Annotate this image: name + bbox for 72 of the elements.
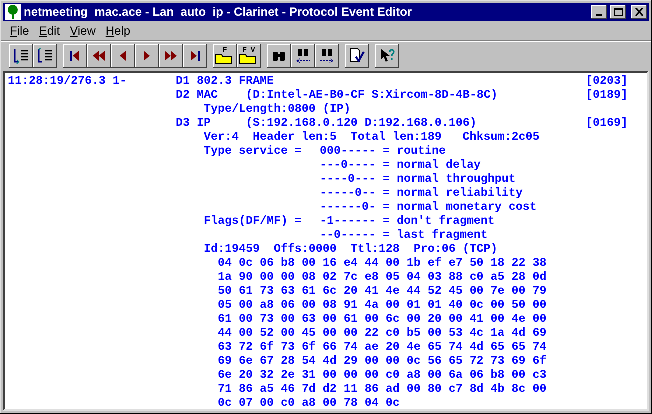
toolbar-button[interactable] [183, 44, 207, 68]
bit-pattern: --0----- [320, 228, 377, 242]
toolbar-button[interactable] [33, 44, 57, 68]
document-check-icon [349, 48, 365, 64]
hex-dump-line: 05 00 a8 06 00 08 91 4a 00 01 01 40 0c 00 50 00 [218, 298, 547, 312]
bit-pattern: ----0--- [320, 172, 377, 186]
event-time: 11:28:19/276.3 1- [8, 74, 128, 90]
fast-forward-icon [163, 48, 179, 64]
layer-name: IP [197, 116, 212, 130]
toolbar-button[interactable] [63, 44, 87, 68]
close-icon [634, 8, 644, 16]
hex-dump-line: 69 6e 67 28 54 4d 29 00 00 0c 56 65 72 73 69 6f [218, 354, 547, 368]
rewind-icon [91, 48, 107, 64]
hex-dump-line: 61 00 73 00 63 00 61 00 6c 00 20 00 41 00 4e 00 [218, 312, 547, 326]
hex-dump-line: 71 86 a5 46 7d d2 11 86 ad 00 80 c7 8d 4b 8c 00 [218, 382, 547, 396]
bit-pattern: -----0-- [320, 186, 377, 200]
bit-pattern: 000----- [320, 144, 377, 158]
field-line: Type/Length:0800 (IP) [204, 102, 351, 116]
tree-icon [5, 4, 21, 20]
bit-pattern: ------0- [320, 200, 377, 214]
toolbar-button[interactable] [111, 44, 135, 68]
toolbar-button[interactable] [135, 44, 159, 68]
bit-meaning: = normal delay [383, 158, 481, 172]
maximize-button[interactable] [610, 5, 626, 19]
field-line: Id:19459 Offs:0000 Ttl:128 Pro:06 (TCP) [204, 242, 498, 256]
toolbar-button[interactable] [267, 44, 291, 68]
bit-field-label: Type service = [204, 144, 302, 158]
menu-item[interactable]: File [5, 22, 34, 40]
toolbar-button[interactable] [291, 44, 315, 68]
window-title: netmeeting_mac.ace - Lan_auto_ip - Clarinet - Protocol Event Editor [24, 4, 414, 21]
layer-name: MAC [197, 88, 219, 102]
hex-dump-line: 44 00 52 00 45 00 00 22 c0 b5 00 53 4c 1a 4d 69 [218, 326, 547, 340]
layer-length: [0189] [586, 88, 629, 102]
toolbar-button[interactable] [159, 44, 183, 68]
bit-meaning: = routine [383, 144, 446, 158]
layer-name: 802.3 FRAME [197, 74, 275, 88]
list-icon [37, 48, 53, 64]
list-icon [13, 48, 29, 64]
maximize-icon [614, 8, 622, 16]
hex-dump-line: 0c 07 00 c0 a8 00 78 04 0c [218, 396, 400, 409]
layer-length: [0203] [586, 74, 629, 88]
layer-id: D1 [176, 74, 191, 88]
toolbar-button[interactable] [375, 44, 399, 68]
bit-meaning: = last fragment [383, 228, 488, 242]
hex-dump-line: 6e 20 32 2e 31 00 00 00 c0 a8 00 6a 06 b8 00 c3 [218, 368, 547, 382]
layer-id: D3 [176, 116, 191, 130]
bit-meaning: = normal throughput [383, 172, 516, 186]
toolbar-button[interactable] [9, 44, 33, 68]
field-line: Ver:4 Header len:5 Total len:189 Chksum:2c05 [204, 130, 540, 144]
minimize-button[interactable] [591, 5, 607, 19]
toolbar-button[interactable] [87, 44, 111, 68]
close-button[interactable] [631, 5, 647, 19]
toolbar-button[interactable] [345, 44, 369, 68]
menu-item[interactable]: Edit [34, 22, 66, 40]
hex-dump-line: 63 72 6f 73 6f 66 74 ae 20 4e 65 74 4d 65 65 74 [218, 340, 547, 354]
layer-id: D2 [176, 88, 191, 102]
bit-meaning: = don't fragment [383, 214, 495, 228]
bit-meaning: = normal reliability [383, 186, 523, 200]
help-pointer-icon [379, 48, 395, 64]
layer-info: (D:Intel-AE-B0-CF S:Xircom-8D-4B-8C) [246, 88, 499, 102]
hex-dump-line: 50 61 73 63 61 6c 20 41 4e 44 52 45 00 7e 00 79 [218, 284, 547, 298]
bit-pattern: -1------ [320, 214, 377, 228]
hex-dump-line: 04 0c 06 b8 00 16 e4 44 00 1b ef e7 50 18 22 38 [218, 256, 547, 270]
menu-item[interactable]: Help [100, 22, 136, 40]
toolbar-button[interactable] [315, 44, 339, 68]
hex-dump-line: 1a 90 00 00 08 02 7c e8 05 04 03 88 c0 a5 28 0d [218, 270, 547, 284]
layer-info: (S:192.168.0.120 D:192.168.0.106) [246, 116, 478, 130]
layer-length: [0169] [586, 116, 629, 130]
bit-pattern: ---0---- [320, 158, 377, 172]
bit-field-label: Flags(DF/MF) = [204, 214, 302, 228]
menu-item[interactable]: View [65, 22, 101, 40]
bit-meaning: = normal monetary cost [383, 200, 537, 214]
